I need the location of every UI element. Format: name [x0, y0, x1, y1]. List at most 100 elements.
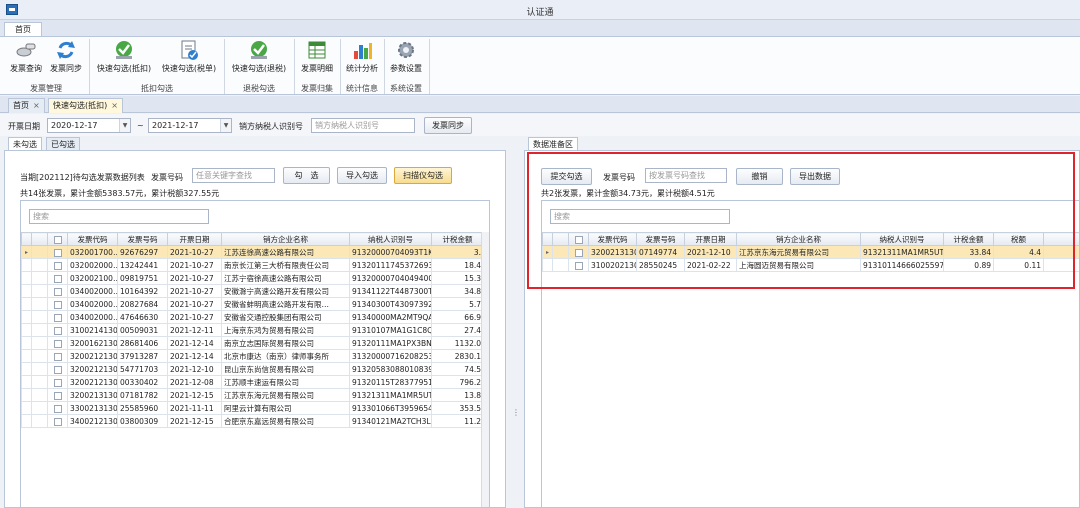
- table-cell: 91340300T43097392T: [349, 297, 432, 311]
- table-cell: 2021-12-14: [167, 336, 222, 350]
- table-row[interactable]: 032002100… 09819751 2021-10-27 江苏宁宿徐高速公路有限公…: [21, 271, 484, 285]
- table-cell: 2021-10-27: [167, 284, 222, 298]
- import-select-button[interactable]: 导入勾选: [337, 167, 387, 184]
- select-all-checkbox[interactable]: [47, 232, 68, 246]
- table-cell: 91320111745372693T: [349, 258, 432, 272]
- column-header[interactable]: 销方企业名称: [221, 232, 350, 246]
- quick-select-taxdoc-button[interactable]: 快速勾选(税单): [158, 39, 220, 81]
- filter-bar: 开票日期 2020-12-17 ▼ ~ 2021-12-17 ▼ 销方纳税人识别…: [0, 114, 1080, 136]
- tab-data-prep[interactable]: 数据准备区: [528, 137, 578, 151]
- left-table: 发票代码 发票号码 开票日期 销方企业名称 纳税人识别号 计税金额 ▸ 03200…: [21, 232, 484, 428]
- scanner-select-button[interactable]: 扫描仪勾选: [394, 167, 452, 184]
- statistics-button[interactable]: 统计分析: [343, 39, 381, 81]
- column-header[interactable]: 计税金额: [431, 232, 484, 246]
- column-header[interactable]: 发票代码: [67, 232, 118, 246]
- column-header[interactable]: 发票号码: [117, 232, 168, 246]
- table-row[interactable]: 034002000… 10164392 2021-10-27 安徽滁宁高速公路开发有限…: [21, 284, 484, 298]
- table-cell: 2021-12-11: [167, 323, 222, 337]
- invoice-detail-button[interactable]: 发票明细: [298, 39, 336, 81]
- row-indicator: ▸: [21, 245, 32, 259]
- table-cell: 10164392: [117, 284, 168, 298]
- window-title: 认证通: [526, 8, 554, 18]
- table-row[interactable]: 3300213130 25585960 2021-11-11 阿里云计算有限公司 913…: [21, 401, 484, 415]
- table-row[interactable]: 3200212130 37913287 2021-12-14 北京市康达（南京）律师事…: [21, 349, 484, 363]
- settings-button[interactable]: 参数设置: [387, 39, 425, 81]
- table-cell: 3.: [431, 245, 484, 259]
- row-checkbox[interactable]: [47, 297, 68, 311]
- tab-selected[interactable]: 已勾选: [46, 137, 80, 151]
- chevron-down-icon[interactable]: ▼: [220, 119, 231, 132]
- table-row[interactable]: 032002000… 13242441 2021-10-27 南京长江第三大桥有限责任…: [21, 258, 484, 272]
- row-checkbox[interactable]: [47, 349, 68, 363]
- tab-unselected[interactable]: 未勾选: [8, 137, 42, 151]
- row-checkbox[interactable]: [47, 284, 68, 298]
- row-checkbox[interactable]: [47, 310, 68, 324]
- start-date-picker[interactable]: 2020-12-17 ▼: [47, 118, 131, 133]
- select-button[interactable]: 勾 选: [283, 167, 330, 184]
- table-cell: 92676297: [117, 245, 168, 259]
- table-row[interactable]: 3400212130 03800309 2021-12-15 合肥京东嘉远贸易有限公司…: [21, 414, 484, 428]
- end-date-picker[interactable]: 2021-12-17 ▼: [148, 118, 232, 133]
- doc-tab-home[interactable]: 首页 ×: [8, 98, 45, 113]
- ribbon-tab-home[interactable]: 首页: [4, 22, 42, 37]
- column-header[interactable]: 开票日期: [167, 232, 222, 246]
- row-checkbox[interactable]: [47, 336, 68, 350]
- quick-select-deduct-button[interactable]: 快速勾选(抵扣): [94, 39, 154, 81]
- table-cell: 2021-11-11: [167, 401, 222, 415]
- table-cell: 2021-12-15: [167, 388, 222, 402]
- grid-search-input[interactable]: 搜索: [29, 209, 209, 224]
- row-cell: [31, 284, 48, 298]
- ribbon-group-label: 发票归集: [301, 84, 333, 93]
- ribbon-separator: [224, 39, 225, 94]
- table-cell: 江苏宁宿徐高速公路有限公司: [221, 271, 350, 285]
- row-cell: [31, 388, 48, 402]
- table-cell: 796.2: [431, 375, 484, 389]
- table-cell: 2021-10-27: [167, 245, 222, 259]
- table-cell: 3300213130: [67, 401, 118, 415]
- row-checkbox[interactable]: [47, 401, 68, 415]
- table-row[interactable]: 034002000… 20827684 2021-10-27 安徽省蚌明高速公路开发有…: [21, 297, 484, 311]
- doc-tab-quick-select[interactable]: 快速勾选(抵扣) ×: [48, 98, 123, 113]
- ribbon: 发票查询 发票同步 快速勾选(抵扣) 快速勾选(税单) 快速勾选(退税) 发票明…: [0, 36, 1080, 95]
- chevron-down-icon[interactable]: ▼: [119, 119, 130, 132]
- table-row[interactable]: ▸ 032001700… 92676297 2021-10-27 江苏连徐高速公路有限公…: [21, 245, 484, 259]
- table-cell: 74.5: [431, 362, 484, 376]
- panel-splitter[interactable]: ⋮: [511, 138, 520, 508]
- table-row[interactable]: 3200212130 54771703 2021-12-10 昆山京东尚信贸易有限公司…: [21, 362, 484, 376]
- ribbon-group-label: 发票管理: [30, 84, 62, 93]
- row-checkbox[interactable]: [47, 414, 68, 428]
- invoice-sync-filter-button[interactable]: 发票同步: [424, 117, 472, 134]
- sync-icon: [55, 39, 77, 61]
- table-cell: 安徽省交通控股集团有限公司: [221, 310, 350, 324]
- table-row[interactable]: 3200162130 28681406 2021-12-14 南京立志国际贸易有限公司…: [21, 336, 484, 350]
- table-cell: 江苏京东海元贸易有限公司: [221, 388, 350, 402]
- quick-select-refund-button[interactable]: 快速勾选(退税): [229, 39, 289, 81]
- table-cell: 66.9: [431, 310, 484, 324]
- keyword-search-input[interactable]: 任意关键字查找: [192, 168, 275, 183]
- table-row[interactable]: 3200213130 07181782 2021-12-15 江苏京东海元贸易有限公司…: [21, 388, 484, 402]
- row-checkbox[interactable]: [47, 375, 68, 389]
- row-checkbox[interactable]: [47, 323, 68, 337]
- table-row[interactable]: 3200212130 00330402 2021-12-08 江苏顺丰速运有限公司 91…: [21, 375, 484, 389]
- invoice-sync-button[interactable]: 发票同步: [48, 39, 84, 81]
- row-checkbox[interactable]: [47, 362, 68, 376]
- table-cell: 昆山京东尚信贸易有限公司: [221, 362, 350, 376]
- row-indicator: [21, 297, 32, 311]
- seller-id-input[interactable]: 销方纳税人识别号: [311, 118, 415, 133]
- row-checkbox[interactable]: [47, 258, 68, 272]
- table-cell: 07181782: [117, 388, 168, 402]
- table-cell: 江苏连徐高速公路有限公司: [221, 245, 350, 259]
- ribbon-separator: [429, 39, 430, 94]
- close-icon[interactable]: ×: [33, 101, 40, 110]
- ribbon-group-label: 系统设置: [390, 84, 422, 93]
- row-checkbox[interactable]: [47, 271, 68, 285]
- table-row[interactable]: 3100214130 00509031 2021-12-11 上海京东鸿为贸易有限公司…: [21, 323, 484, 337]
- table-row[interactable]: 034002000… 47646630 2021-10-27 安徽省交通控股集团有限公…: [21, 310, 484, 324]
- row-checkbox[interactable]: [47, 245, 68, 259]
- invoice-query-button[interactable]: 发票查询: [8, 39, 44, 81]
- row-checkbox[interactable]: [47, 388, 68, 402]
- vertical-scrollbar[interactable]: [481, 232, 489, 507]
- column-header[interactable]: 纳税人识别号: [349, 232, 432, 246]
- table-cell: 91340000MA2MT9QA0T: [349, 310, 432, 324]
- close-icon[interactable]: ×: [111, 101, 118, 110]
